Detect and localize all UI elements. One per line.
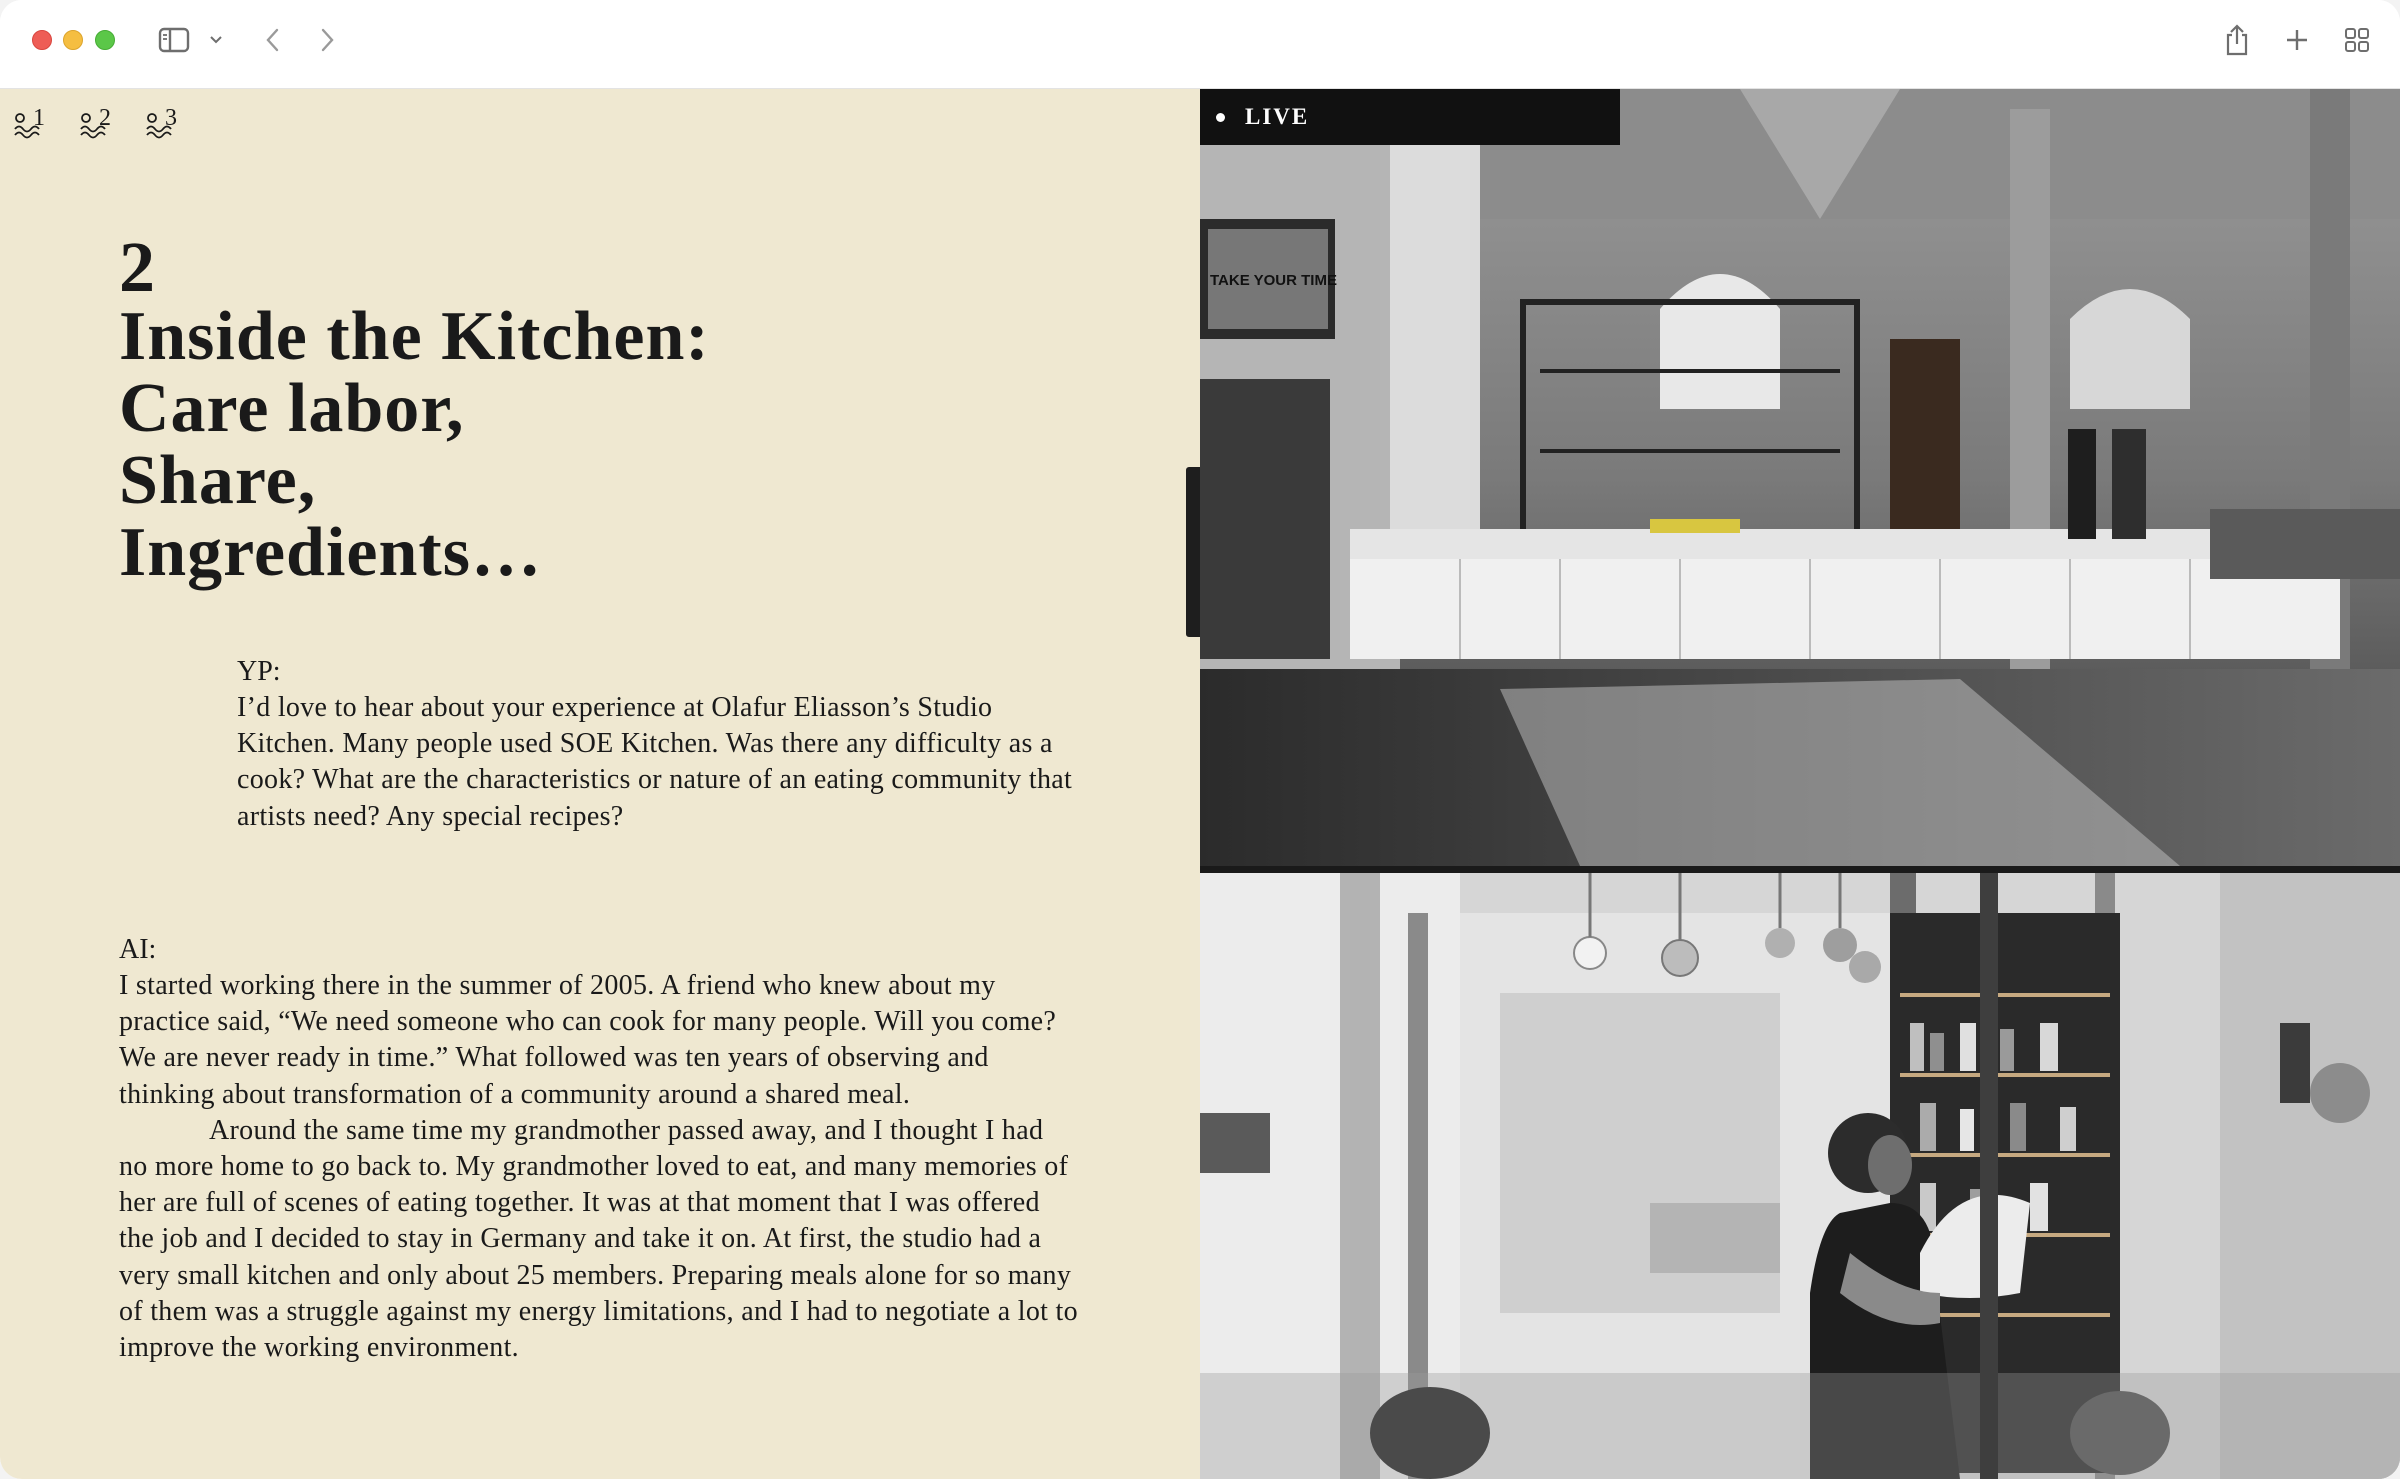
chapter-title: Inside the Kitchen: Care labor, Share, I… [119, 301, 1019, 589]
kitchen-photo-bottom [1200, 873, 2400, 1479]
pager-item-2[interactable]: 2 [79, 105, 145, 139]
answer-speaker: AI: [119, 934, 157, 965]
chevron-down-icon[interactable] [206, 20, 226, 60]
pager-item-3[interactable]: 3 [145, 105, 211, 139]
chapter-title-line: Ingredients… [119, 514, 542, 591]
chapter-title-line: Inside the Kitchen: [119, 298, 710, 375]
question-text: I’d love to hear about your experience a… [237, 692, 1073, 832]
browser-window: 1 2 3 2 Inside the Kitchen: Care labor, … [0, 0, 2400, 1479]
tab-overview-icon[interactable] [2340, 20, 2374, 60]
page-content: 1 2 3 2 Inside the Kitchen: Care labor, … [0, 89, 2400, 1479]
zoom-window-button[interactable] [95, 30, 115, 50]
live-label: LIVE [1245, 104, 1310, 129]
close-window-button[interactable] [32, 30, 52, 50]
new-tab-icon[interactable] [2280, 20, 2314, 60]
live-dot-icon [1216, 112, 1225, 122]
kitchen-interior-image: TAKE YOUR TIME [1200, 89, 2400, 866]
answer-text: I started working there in the summer of… [119, 968, 1079, 1366]
chapter-number: 2 [119, 227, 155, 307]
chapter-title-line: Share, [119, 442, 317, 519]
pager-item-1[interactable]: 1 [13, 105, 79, 139]
chapter-pager: 1 2 3 [13, 105, 211, 139]
chapter-title-line: Care labor, [119, 370, 465, 447]
pager-number: 1 [33, 105, 45, 131]
live-badge: LIVE [1200, 89, 1620, 145]
split-resize-handle[interactable] [1186, 467, 1200, 637]
back-icon[interactable] [258, 20, 288, 60]
cook-at-work-image [1200, 873, 2400, 1479]
answer-paragraph: I started working there in the summer of… [119, 970, 1057, 1110]
pager-number: 2 [99, 105, 111, 131]
sidebar-icon[interactable] [152, 20, 196, 60]
question-speaker: YP: [237, 656, 281, 687]
answer-paragraph: Around the same time my grandmother pass… [119, 1114, 1078, 1364]
kitchen-photo-top: TAKE YOUR TIME LIVE [1200, 89, 2400, 866]
toolbar [0, 0, 2400, 89]
pager-number: 3 [165, 105, 177, 131]
media-panel: TAKE YOUR TIME LIVE [1200, 89, 2400, 1479]
forward-icon[interactable] [312, 20, 342, 60]
poster-text: TAKE YOUR TIME [1210, 272, 1337, 289]
minimize-window-button[interactable] [63, 30, 83, 50]
share-icon[interactable] [2220, 20, 2254, 60]
text-panel: 1 2 3 2 Inside the Kitchen: Care labor, … [0, 89, 1200, 1479]
